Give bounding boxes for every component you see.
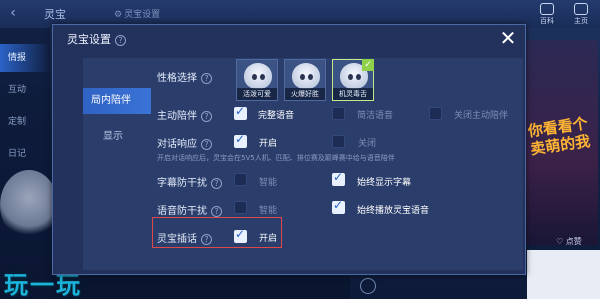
settings-panel: 局内陪伴 显示 性格选择? 活泼可爱 火爆好胜 机灵毒舌 ✓ 主动陪伴? 完整语… [83,58,523,270]
home-icon [574,3,588,15]
background-settings-label: 灵宝设置 [124,10,161,20]
tab-in-game-companion[interactable]: 局内陪伴 [83,88,151,114]
help-icon[interactable]: ? [211,177,222,189]
dialog-title-text: 灵宝设置 [67,33,111,46]
sidebar-item-intel[interactable]: 情报 [0,44,50,72]
help-icon[interactable]: ? [211,205,222,217]
active-companion-label: 主动陪伴? [157,107,212,122]
voice-antidisturb-label-text: 语音防干扰 [157,206,207,217]
encyclopedia-label: 百科 [540,17,554,25]
back-icon[interactable]: ‹ [4,4,22,22]
like-label: 点赞 [565,237,582,246]
disable-companion-label: 关闭主动陪伴 [454,111,509,121]
dialog-response-hint: 开启对话响应后，灵宝会在5V5人机、匹配、排位赛及巅峰赛中给与语音陪伴 [157,154,395,162]
like-count[interactable]: ♡ 点赞 [556,236,582,247]
home-button[interactable]: 主页 [570,3,592,26]
spirit-avatar-icon [292,63,320,89]
disable-companion-checkbox[interactable] [429,107,442,120]
help-icon[interactable]: ? [201,138,212,150]
personality-caption: 机灵毒舌 [333,88,373,100]
dialog-response-label-text: 对话响应 [157,139,197,150]
highlight-box [152,217,282,248]
dialog-response-label: 对话响应? [157,135,212,150]
background-right-icons: 百科 主页 [536,3,592,26]
subtitle-smart-checkbox[interactable] [234,173,247,186]
brief-voice-checkbox[interactable] [332,107,345,120]
voice-smart-checkbox[interactable] [234,201,247,214]
sidebar-item-diary[interactable]: 日记 [0,140,50,168]
encyclopedia-button[interactable]: 百科 [536,3,558,26]
personality-caption: 火爆好胜 [285,88,325,100]
dialog-response-off-label: 关闭 [358,139,377,149]
spirit-avatar-icon [244,63,272,89]
subtitle-always-checkbox[interactable] [332,170,345,186]
personality-option-lively[interactable]: 活泼可爱 [236,59,278,101]
brief-voice-label: 简洁语音 [357,111,394,121]
home-label: 主页 [574,17,588,25]
voice-always-checkbox[interactable] [332,198,345,214]
background-bottom-icon[interactable] [360,278,376,294]
subtitle-smart-label: 智能 [259,178,278,188]
personality-option-fiery[interactable]: 火爆好胜 [284,59,326,101]
close-icon[interactable]: ✕ [497,27,519,49]
dialog-response-on-checkbox[interactable] [234,132,247,148]
help-icon[interactable]: ? [201,110,212,122]
personality-label-text: 性格选择 [157,73,197,84]
mascot-image [0,170,58,240]
background-bottom-panel [527,250,600,299]
help-icon[interactable]: ? [115,34,126,46]
full-voice-label: 完整语音 [258,111,295,121]
book-icon [540,3,554,15]
voice-always-label: 始终播放灵宝语音 [357,206,430,216]
selected-check-icon: ✓ [362,59,374,71]
personality-label: 性格选择? [157,69,212,84]
sidebar-item-interact[interactable]: 互动 [0,76,50,104]
settings-dialog: 灵宝设置? ✕ 局内陪伴 显示 性格选择? 活泼可爱 火爆好胜 机灵毒舌 ✓ 主… [52,24,526,275]
subtitle-always-label: 始终显示字幕 [357,178,412,188]
background-settings-link[interactable]: ⚙ 灵宝设置 [114,7,160,20]
personality-option-sharp[interactable]: 机灵毒舌 ✓ [332,59,374,101]
subtitle-antidisturb-label-text: 字幕防干扰 [157,178,207,189]
dialog-title: 灵宝设置? [67,31,126,47]
full-voice-checkbox[interactable] [234,104,247,120]
dialog-response-off-checkbox[interactable] [332,135,345,148]
active-companion-label-text: 主动陪伴 [157,111,197,122]
sidebar-item-custom[interactable]: 定制 [0,108,50,136]
tab-display[interactable]: 显示 [83,124,151,150]
voice-antidisturb-label: 语音防干扰? [157,202,222,217]
background-bottom-bar [50,276,350,299]
help-icon[interactable]: ? [201,72,212,84]
background-title: 灵宝 [44,8,66,21]
dialog-response-on-label: 开启 [259,139,278,149]
voice-smart-label: 智能 [259,206,278,216]
like-icon: ♡ [556,237,564,246]
subtitle-antidisturb-label: 字幕防干扰? [157,174,222,189]
personality-caption: 活泼可爱 [237,88,277,100]
gear-icon: ⚙ [114,10,123,20]
